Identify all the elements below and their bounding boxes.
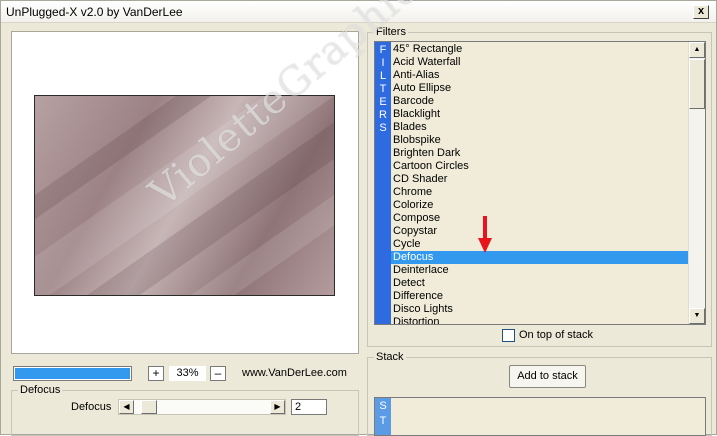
filter-item[interactable]: Distortion [391, 316, 688, 324]
stack-group-label: Stack [374, 351, 406, 363]
zoom-value: 33% [169, 366, 206, 381]
filter-item[interactable]: Detect [391, 277, 688, 290]
filter-item[interactable]: Acid Waterfall [391, 56, 688, 69]
filter-item[interactable]: Colorize [391, 199, 688, 212]
on-top-checkbox[interactable] [502, 329, 515, 342]
filters-scrollbar[interactable]: ▲ ▼ [688, 42, 705, 324]
filter-item[interactable]: Cycle [391, 238, 688, 251]
on-top-label: On top of stack [519, 329, 593, 341]
filter-item[interactable]: Blobspike [391, 134, 688, 147]
filters-strip-letter: I [381, 57, 385, 69]
filter-item[interactable]: Deinterlace [391, 264, 688, 277]
zoom-out-button[interactable]: – [210, 366, 226, 381]
filter-item[interactable]: Barcode [391, 95, 688, 108]
filters-strip-letter: F [379, 44, 387, 56]
filter-item[interactable]: Compose [391, 212, 688, 225]
progress-fill [15, 368, 130, 379]
filters-strip-letter: R [379, 109, 387, 121]
slider-left-arrow-icon[interactable]: ◀ [119, 400, 134, 414]
stack-strip: ST [375, 398, 391, 435]
website-link[interactable]: www.VanDerLee.com [242, 367, 347, 379]
filters-strip-letter: S [379, 122, 387, 134]
filter-item[interactable]: Disco Lights [391, 303, 688, 316]
filter-item[interactable]: Brighten Dark [391, 147, 688, 160]
filters-strip-letter: T [379, 83, 387, 95]
filters-strip-letter: E [379, 96, 387, 108]
filters-strip-letter: L [379, 70, 387, 82]
filter-item[interactable]: Chrome [391, 186, 688, 199]
defocus-slider[interactable]: ◀ ▶ [118, 399, 286, 415]
slider-right-arrow-icon[interactable]: ▶ [270, 400, 285, 414]
defocus-value-input[interactable]: 2 [291, 399, 327, 415]
add-to-stack-button[interactable]: Add to stack [509, 365, 586, 388]
filter-item[interactable]: Blades [391, 121, 688, 134]
scroll-up-icon[interactable]: ▲ [689, 42, 705, 58]
stack-strip-letter: S [379, 400, 387, 412]
scroll-thumb[interactable] [689, 59, 705, 109]
filter-item[interactable]: Difference [391, 290, 688, 303]
slider-thumb[interactable] [141, 400, 157, 414]
close-button[interactable]: x [693, 5, 709, 19]
stack-list[interactable]: ST [374, 397, 706, 436]
zoom-in-button[interactable]: + [148, 366, 164, 381]
filter-item[interactable]: Anti-Alias [391, 69, 688, 82]
window-title: UnPlugged-X v2.0 by VanDerLee [6, 5, 183, 19]
plugin-window: UnPlugged-X v2.0 by VanDerLee x + 33% – … [0, 0, 717, 436]
defocus-label: Defocus [71, 401, 112, 413]
filter-items: 45° Rectangle Acid Waterfall Anti-Alias Aut… [391, 43, 688, 324]
stack-strip-letter: T [379, 415, 387, 427]
parameter-group-label: Defocus [18, 384, 63, 396]
filter-item[interactable]: Cartoon Circles [391, 160, 688, 173]
filters-strip: FILTERS [375, 42, 391, 324]
filter-item[interactable]: 45° Rectangle [391, 43, 688, 56]
filters-list[interactable]: FILTERS 45° Rectangle Acid Waterfall Anti-… [374, 41, 706, 325]
filter-item[interactable]: Blacklight [391, 108, 688, 121]
filter-item[interactable]: CD Shader [391, 173, 688, 186]
filter-item[interactable]: Copystar [391, 225, 688, 238]
scroll-down-icon[interactable]: ▼ [689, 308, 705, 324]
progress-bar [13, 366, 132, 381]
red-arrow-icon [478, 216, 492, 253]
filter-item[interactable]: Auto Ellipse [391, 82, 688, 95]
filter-item[interactable]: Defocus [391, 251, 688, 264]
